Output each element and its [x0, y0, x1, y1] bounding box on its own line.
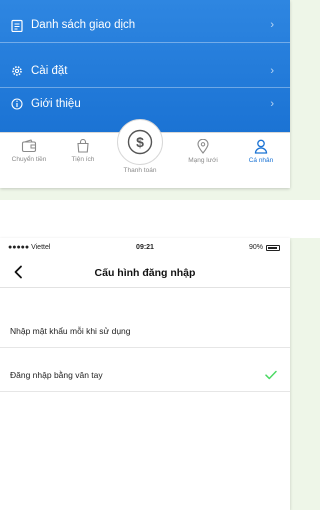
location-pin-icon	[197, 139, 209, 154]
menu-item-settings[interactable]: Cài đặt ›	[0, 54, 290, 88]
tab-label: Thanh toán	[123, 167, 157, 174]
menu-item-label: Cài đặt	[31, 65, 68, 77]
checkmark-icon	[264, 368, 278, 382]
clipboard-icon	[10, 18, 24, 32]
menu-item-label: Giới thiệu	[31, 98, 81, 110]
wallet-icon	[21, 139, 37, 153]
page-title: Cấu hình đăng nhập	[94, 267, 196, 279]
profile-screen: Danh sách giao dịch › Cài đặt › Giới thi…	[0, 0, 290, 188]
status-bar: ●●●●● Viettel 09:21 90%	[0, 238, 290, 258]
divider	[0, 42, 290, 43]
option-label: Nhập mật khẩu mỗi khi sử dụng	[10, 325, 131, 336]
tab-personal[interactable]: Cá nhân	[232, 139, 290, 164]
tab-utilities[interactable]: Tiện ích	[54, 139, 112, 163]
chevron-right-icon: ›	[270, 65, 274, 77]
svg-text:$: $	[136, 134, 144, 150]
option-fingerprint-login[interactable]: Đăng nhập bằng vân tay	[0, 358, 290, 392]
tab-label: Cá nhân	[248, 157, 274, 164]
menu-item-transactions[interactable]: Danh sách giao dịch ›	[0, 8, 290, 42]
menu-item-label: Danh sách giao dịch	[31, 19, 136, 31]
tab-payment[interactable]: $	[117, 119, 163, 165]
menu-item-about[interactable]: Giới thiệu ›	[0, 87, 290, 121]
info-icon	[10, 97, 24, 111]
tab-label: Tiện ích	[71, 156, 95, 163]
option-password-each-use[interactable]: Nhập mật khẩu mỗi khi sử dụng	[0, 314, 290, 348]
status-time: 09:21	[136, 244, 154, 251]
login-config-screen: ●●●●● Viettel 09:21 90% Cấu hình đăng nh…	[0, 238, 290, 510]
option-label: Đăng nhập bằng vân tay	[10, 369, 103, 380]
chevron-right-icon: ›	[270, 98, 274, 110]
nav-bar: Cấu hình đăng nhập	[0, 258, 290, 288]
tab-label: Mạng lưới	[188, 157, 218, 164]
chevron-right-icon: ›	[270, 19, 274, 31]
bag-icon	[77, 139, 89, 153]
person-icon	[254, 139, 268, 154]
battery-indicator: 90%	[249, 244, 280, 251]
battery-percent: 90%	[248, 244, 263, 251]
battery-icon	[266, 244, 280, 251]
tab-bar: Chuyển tiền Tiện ích $ Thanh toán Mạng l…	[0, 119, 290, 188]
tab-transfer[interactable]: Chuyển tiền	[0, 139, 58, 163]
profile-menu: Danh sách giao dịch › Cài đặt › Giới thi…	[0, 0, 290, 132]
tab-label: Chuyển tiền	[11, 156, 47, 163]
tab-network[interactable]: Mạng lưới	[174, 139, 232, 164]
gear-icon	[10, 64, 24, 78]
dollar-icon: $	[127, 129, 153, 155]
